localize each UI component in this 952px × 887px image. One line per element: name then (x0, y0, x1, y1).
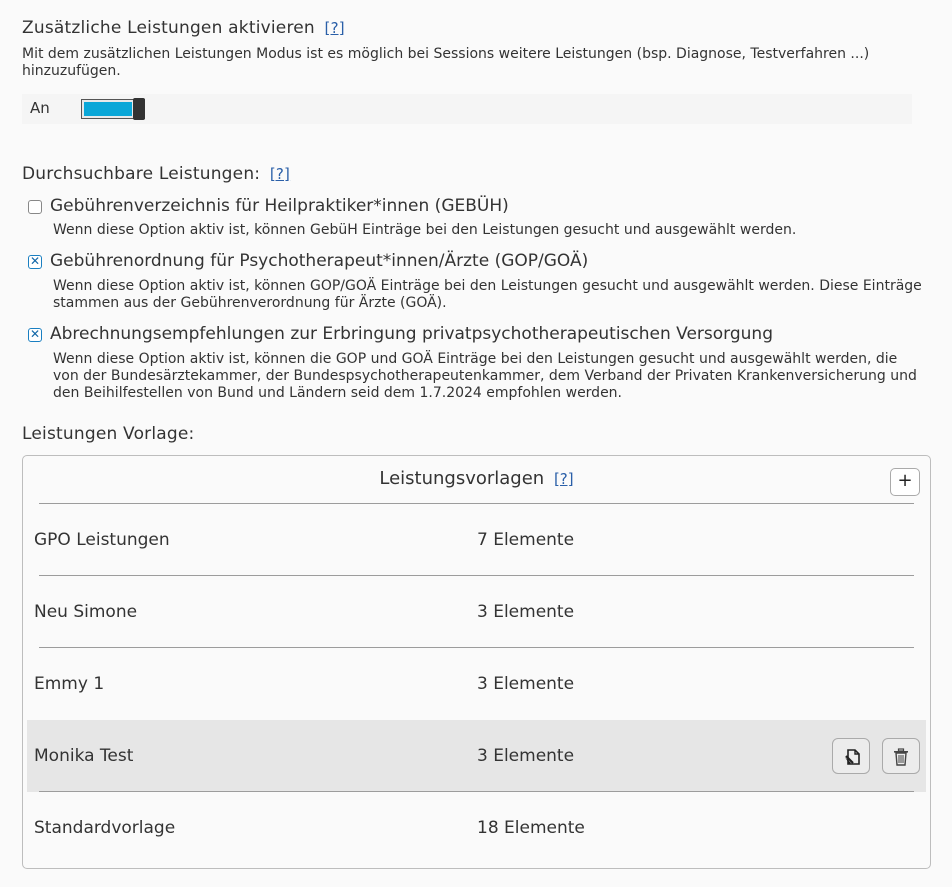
searchable-services-help-link[interactable]: [?] (270, 165, 290, 183)
trash-icon (894, 748, 908, 766)
template-row[interactable]: GPO Leistungen 7 Elemente (27, 504, 926, 576)
template-count: 18 Elemente (477, 818, 585, 838)
template-count: 3 Elemente (477, 746, 575, 766)
option-gebueh-label[interactable]: Gebührenverzeichnis für Heilpraktiker*in… (50, 196, 509, 216)
templates-panel: Leistungsvorlagen [?] + GPO Leistungen 7… (22, 455, 931, 869)
edit-document-icon (845, 749, 860, 765)
extra-services-toggle-row: An (22, 94, 912, 124)
option-billing-recommendations-description: Wenn diese Option aktiv ist, können die … (53, 351, 917, 401)
checkbox-gebueh[interactable] (28, 200, 42, 214)
template-count: 7 Elemente (477, 530, 575, 550)
add-template-button[interactable]: + (890, 468, 920, 496)
template-row[interactable]: Standardvorlage 18 Elemente (27, 792, 926, 864)
extra-services-description: Mit dem zusätzlichen Leistungen Modus is… (22, 46, 870, 79)
templates-help-link[interactable]: [?] (554, 470, 574, 488)
extra-services-help-link[interactable]: [?] (325, 19, 345, 37)
extra-services-title: Zusätzliche Leistungen aktivieren [?] (22, 18, 345, 38)
option-gop-goae-label[interactable]: Gebührenordnung für Psychotherapeut*inne… (50, 251, 588, 271)
extra-services-toggle[interactable] (81, 98, 145, 120)
toggle-label: An (30, 99, 50, 117)
template-row[interactable]: Emmy 1 3 Elemente (27, 648, 926, 720)
template-name: Monika Test (34, 746, 134, 766)
template-name: Standardvorlage (34, 818, 176, 838)
template-name: Emmy 1 (34, 674, 105, 694)
template-row[interactable]: Neu Simone 3 Elemente (27, 576, 926, 648)
toggle-fill (84, 102, 132, 116)
template-name: GPO Leistungen (34, 530, 170, 550)
searchable-services-title: Durchsuchbare Leistungen: [?] (22, 164, 291, 184)
option-gop-goae-description: Wenn diese Option aktiv ist, können GOP/… (53, 278, 922, 311)
toggle-knob[interactable] (133, 98, 145, 120)
checkbox-gop-goae[interactable] (28, 254, 42, 269)
template-name: Neu Simone (34, 602, 138, 622)
templates-panel-title: Leistungsvorlagen [?] (379, 468, 574, 489)
edit-template-button[interactable] (832, 738, 870, 774)
delete-template-button[interactable] (882, 738, 920, 774)
option-billing-recommendations-label[interactable]: Abrechnungsempfehlungen zur Erbringung p… (50, 324, 773, 344)
checkbox-billing-recommendations[interactable] (28, 327, 42, 342)
template-count: 3 Elemente (477, 602, 575, 622)
template-count: 3 Elemente (477, 674, 575, 694)
option-gebueh-description: Wenn diese Option aktiv ist, können Gebü… (53, 222, 797, 238)
template-row-hovered[interactable]: Monika Test 3 Elemente (27, 720, 926, 792)
templates-section-label: Leistungen Vorlage: (22, 424, 195, 444)
